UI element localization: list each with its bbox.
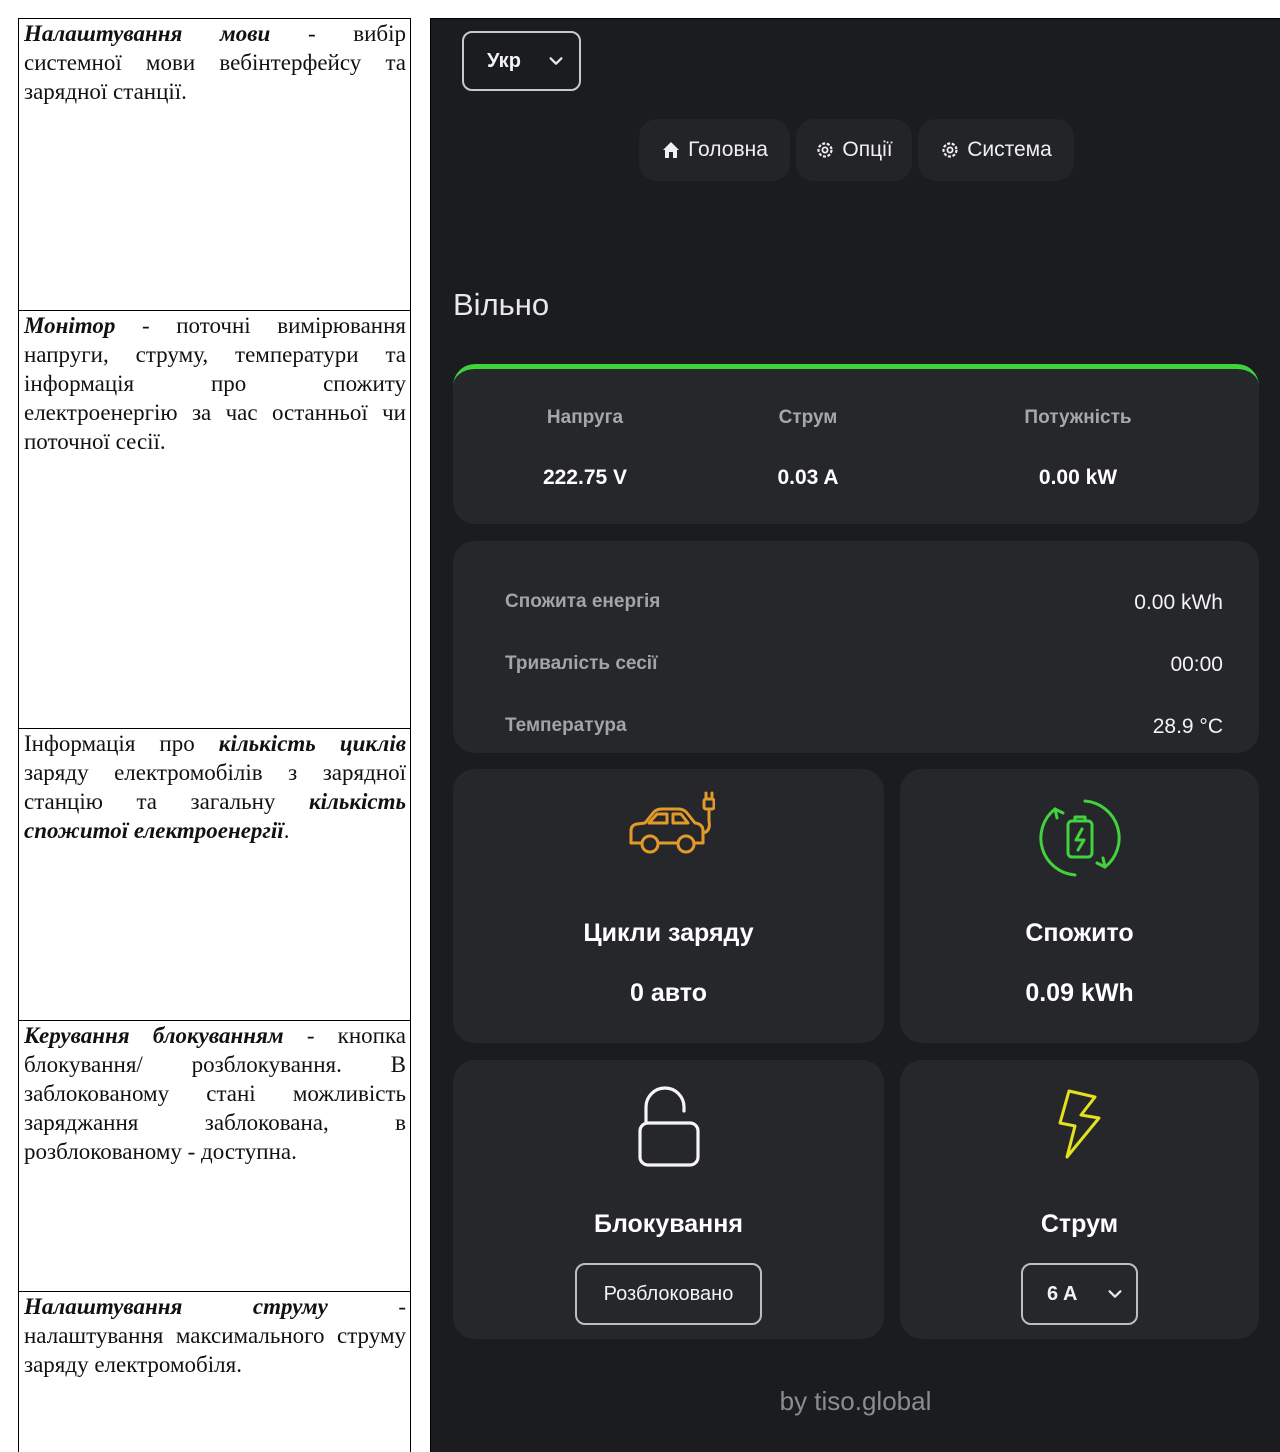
consumed-energy-tile: Спожито 0.09 kWh bbox=[900, 769, 1259, 1043]
charger-status: Вільно bbox=[453, 287, 550, 322]
duration-label: Тривалість сесії bbox=[505, 653, 658, 674]
doc-term-current: Налаштування струму bbox=[24, 1294, 328, 1319]
doc-text-cycles-pre: Інформація про bbox=[24, 731, 219, 756]
language-select-value: Укр bbox=[487, 49, 521, 72]
gear-icon bbox=[817, 142, 833, 158]
footer-credit: by tiso.global bbox=[779, 1386, 932, 1416]
lock-toggle-button[interactable]: Розблоковано bbox=[575, 1263, 762, 1325]
nav-tab-home[interactable]: Головна bbox=[639, 119, 790, 181]
doc-term-language: Налаштування мови bbox=[24, 21, 271, 46]
nav-tab-options[interactable]: Опції bbox=[796, 119, 912, 181]
energy-label: Спожита енергія bbox=[505, 591, 661, 612]
power-label: Потужність bbox=[1024, 407, 1132, 428]
charger-web-ui: Укр Головна Опції Система Вільно Напруга… bbox=[430, 18, 1280, 1452]
monitor-card: Напруга 222.75 V Струм 0.03 A Потужність… bbox=[453, 364, 1259, 524]
voltage-label: Напруга bbox=[546, 407, 624, 428]
unlocked-padlock-icon bbox=[637, 1086, 700, 1167]
current-select-value: 6 A bbox=[1047, 1282, 1078, 1305]
documentation-table: Налаштування мови - вибір системної мови… bbox=[18, 18, 411, 1452]
lightning-icon bbox=[1058, 1089, 1100, 1159]
power-value: 0.00 kW bbox=[1038, 466, 1118, 489]
consumed-title: Спожито bbox=[1025, 919, 1134, 947]
temperature-label: Температура bbox=[505, 715, 627, 736]
duration-row: Тривалість сесії 00:00 bbox=[505, 653, 1223, 677]
voltage-value: 222.75 V bbox=[542, 466, 628, 489]
temperature-value: 28.9 °C bbox=[1152, 715, 1223, 738]
current-label: Струм bbox=[778, 407, 838, 428]
current-setting-tile: Струм 6 A bbox=[900, 1060, 1259, 1339]
doc-cell-monitor: Монітор - поточні вимірювання напруги, с… bbox=[19, 311, 410, 729]
charge-cycles-tile: Цикли заряду 0 авто bbox=[453, 769, 884, 1043]
power-readout: Потужність 0.00 kW bbox=[988, 407, 1168, 490]
battery-cycle-icon bbox=[1038, 799, 1121, 877]
doc-cell-language: Налаштування мови - вибір системної мови… bbox=[19, 19, 410, 311]
doc-cell-lock: Керування блокуванням - кнопка блокуванн… bbox=[19, 1021, 410, 1292]
duration-value: 00:00 bbox=[1170, 653, 1223, 676]
energy-value: 0.00 kWh bbox=[1134, 591, 1223, 614]
current-select[interactable]: 6 A bbox=[1021, 1263, 1138, 1325]
current-readout: Струм 0.03 A bbox=[758, 407, 858, 490]
doc-cell-current: Налаштування струму - налаштування макси… bbox=[19, 1292, 410, 1452]
nav-system-label: Система bbox=[967, 138, 1052, 161]
temperature-row: Температура 28.9 °C bbox=[505, 715, 1223, 739]
lock-title: Блокування bbox=[594, 1210, 743, 1238]
doc-term-monitor: Монітор bbox=[24, 313, 116, 338]
car-charging-icon bbox=[629, 791, 715, 854]
language-select[interactable]: Укр bbox=[462, 31, 581, 91]
chevron-down-icon bbox=[549, 57, 563, 65]
status-accent-bar bbox=[453, 364, 1259, 390]
gear-icon bbox=[942, 142, 958, 158]
current-title: Струм bbox=[1040, 1210, 1119, 1238]
doc-text-cycles-post: . bbox=[283, 818, 290, 843]
chevron-down-icon bbox=[1108, 1290, 1122, 1298]
cycles-title: Цикли заряду bbox=[583, 919, 754, 947]
doc-cell-cycles: Інформація про кількість циклів заряду е… bbox=[19, 729, 410, 1021]
consumed-value: 0.09 kWh bbox=[1025, 979, 1134, 1007]
cycles-value: 0 авто bbox=[630, 979, 707, 1007]
doc-term-cycles: кількість циклів bbox=[218, 731, 406, 756]
energy-row: Спожита енергія 0.00 kWh bbox=[505, 591, 1223, 615]
current-value: 0.03 A bbox=[777, 466, 839, 489]
home-icon bbox=[663, 142, 680, 158]
session-info-card: Спожита енергія 0.00 kWh Тривалість сесі… bbox=[453, 541, 1259, 753]
voltage-readout: Напруга 222.75 V bbox=[525, 407, 645, 490]
nav-home-label: Головна bbox=[688, 138, 768, 161]
doc-term-lock: Керування блокуванням bbox=[24, 1023, 284, 1048]
lock-control-tile: Блокування Розблоковано bbox=[453, 1060, 884, 1339]
nav-options-label: Опції bbox=[842, 138, 893, 161]
nav-tab-system[interactable]: Система bbox=[918, 119, 1074, 181]
